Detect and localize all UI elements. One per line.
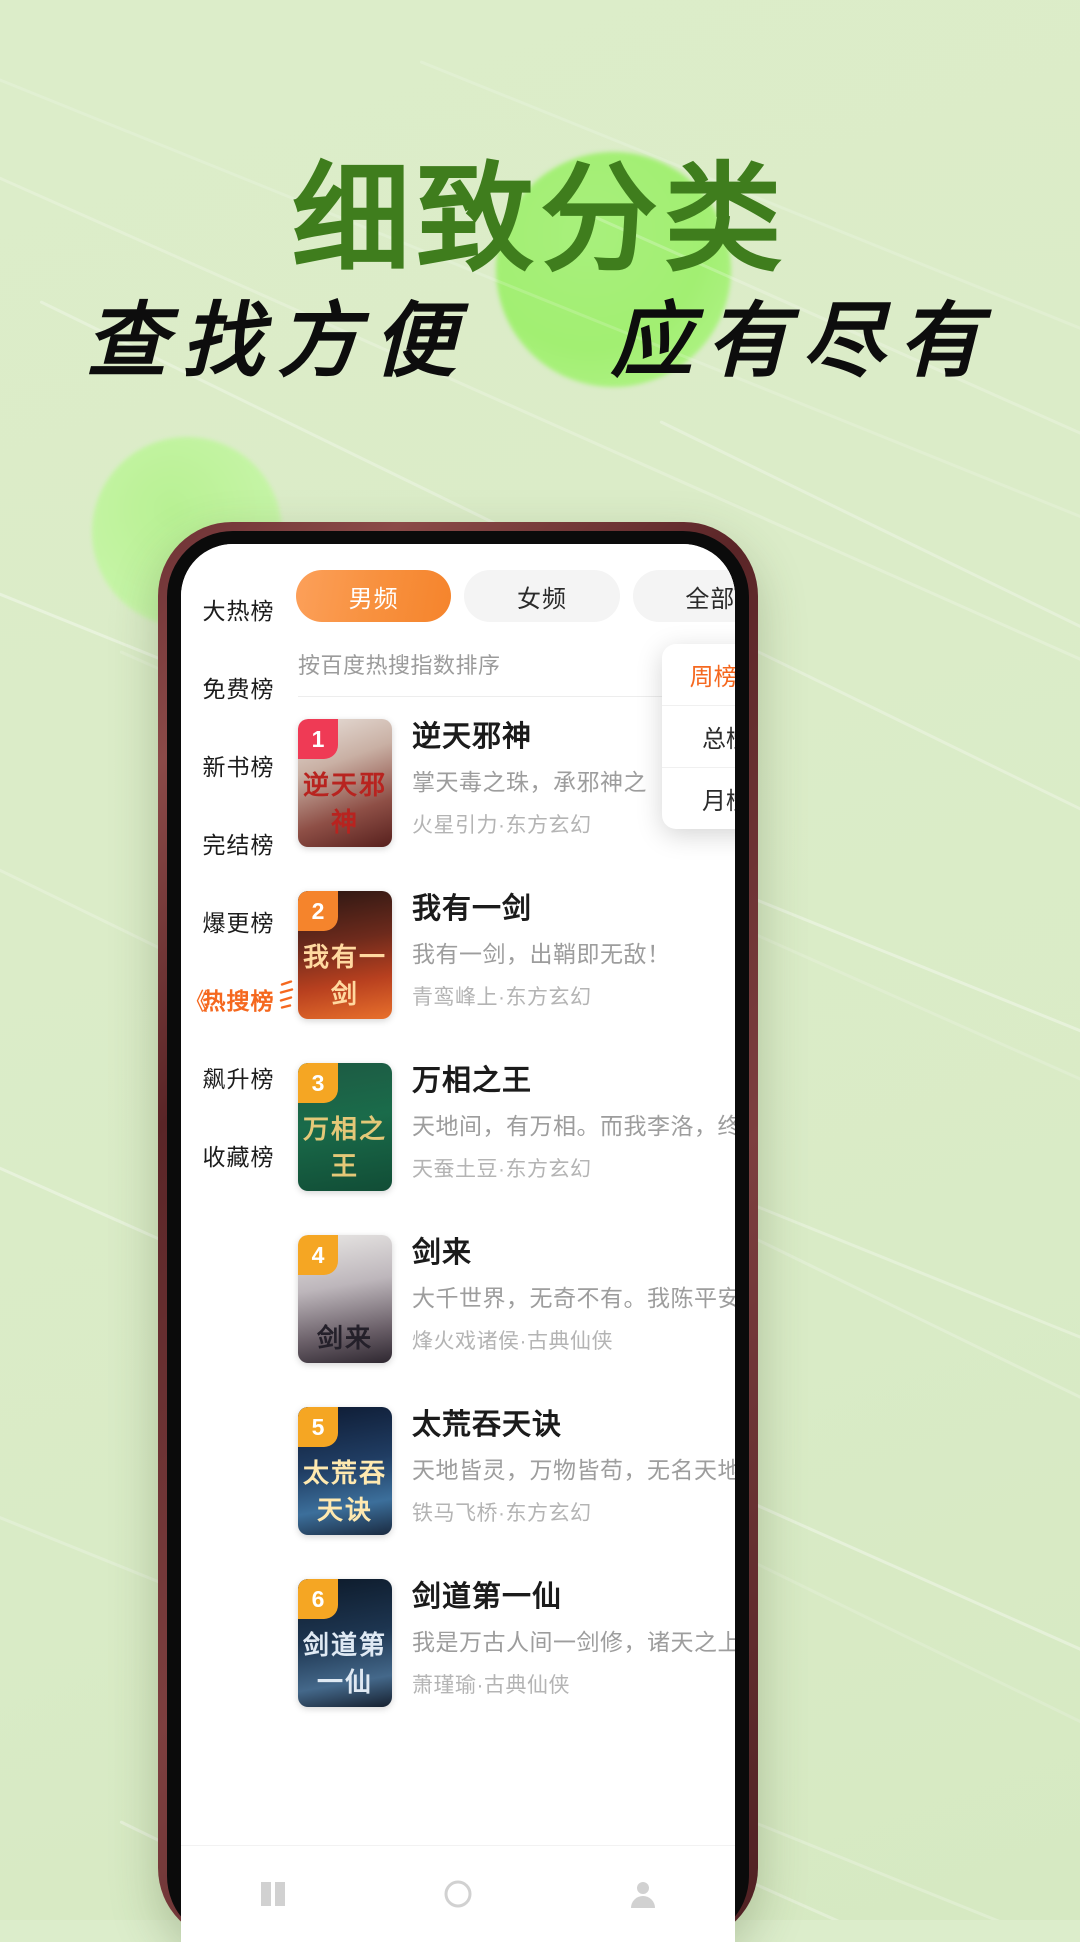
ranking-main: 男频 女频 全部 按百度热搜指数排序 周榜 — [296, 544, 735, 1942]
sidebar-item-label: 爆更榜 — [202, 910, 275, 936]
rank-badge: 6 — [298, 1579, 338, 1619]
dropdown-option-label: 总榜 — [702, 726, 735, 753]
app-root: 大热榜免费榜新书榜完结榜爆更榜《热搜榜飙升榜收藏榜 男频 女频 全部 按百度热搜指数… — [181, 544, 735, 1942]
book-description: 天地皆灵，万物皆苟，无名天地之… — [412, 1457, 735, 1484]
book-title: 我有一剑 — [412, 893, 533, 925]
cover-title-text: 我有一剑 — [302, 943, 387, 1010]
cover-title-text: 太荒吞天诀 — [302, 1459, 387, 1526]
cover-title-text: 万相之王 — [302, 1115, 387, 1182]
poster-subline: 查找方便 应有尽有 — [0, 300, 1080, 382]
book-cover[interactable]: 3 万相之王 — [298, 1063, 392, 1191]
book-author-genre: 铁马飞桥·东方玄幻 — [412, 1502, 592, 1526]
dropdown-option-1[interactable]: 总榜 — [662, 706, 735, 768]
book-author-genre: 天蚕土豆·东方玄幻 — [412, 1158, 592, 1182]
sidebar-item-1[interactable]: 免费榜 — [181, 648, 296, 726]
sidebar-item-label: 大热榜 — [202, 598, 275, 624]
book-row[interactable]: 4剑来剑来大千世界，无奇不有。我陈平安，…烽火戏诸侯·古典仙侠 — [298, 1213, 735, 1385]
sidebar-item-label: 热搜榜 — [202, 988, 275, 1014]
rank-badge: 2 — [298, 891, 338, 931]
sidebar-item-7[interactable]: 收藏榜 — [181, 1116, 296, 1194]
dropdown-option-2[interactable]: 月榜 — [662, 768, 735, 829]
book-cover[interactable]: 4 剑来 — [298, 1235, 392, 1363]
rank-badge: 1 — [298, 719, 338, 759]
sidebar-item-4[interactable]: 爆更榜 — [181, 882, 296, 960]
nav-store-icon[interactable] — [441, 1877, 475, 1911]
bottom-nav[interactable] — [181, 1845, 735, 1942]
phone-mockup: 大热榜免费榜新书榜完结榜爆更榜《热搜榜飙升榜收藏榜 男频 女频 全部 按百度热搜指数… — [158, 522, 758, 1942]
book-meta: 太荒吞天诀天地皆灵，万物皆苟，无名天地之… 铁马飞桥·东方玄幻 — [412, 1407, 735, 1527]
poster-headline: 细致分类 — [291, 150, 788, 288]
tab-label: 男频 — [348, 585, 399, 613]
sidebar-item-label: 免费榜 — [202, 676, 275, 702]
flame-marks-icon — [279, 980, 295, 1018]
tab-label: 女频 — [516, 585, 567, 613]
book-row[interactable]: 6剑道第一仙剑道第一仙我是万古人间一剑修，诸天之上第…萧瑾瑜·古典仙侠 — [298, 1557, 735, 1729]
book-cover[interactable]: 2 我有一剑 — [298, 891, 392, 1019]
sidebar-item-3[interactable]: 完结榜 — [181, 804, 296, 882]
cover-title-text: 逆天邪神 — [302, 771, 387, 838]
tab-1[interactable]: 女频 — [464, 570, 620, 622]
sidebar-item-2[interactable]: 新书榜 — [181, 726, 296, 804]
book-description: 大千世界，无奇不有。我陈平安，… — [412, 1285, 735, 1312]
tab-0[interactable]: 男频 — [296, 570, 452, 622]
book-author-genre: 青鸾峰上·东方玄幻 — [412, 986, 592, 1010]
book-row[interactable]: 2 我有一剑 我有一剑 我有一剑，出鞘即无敌！ 青鸾峰上·东方玄幻 — [298, 869, 735, 1041]
nav-bookshelf-icon[interactable] — [256, 1877, 290, 1911]
tab-2[interactable]: 全部 — [632, 570, 735, 622]
phone-screen: 大热榜免费榜新书榜完结榜爆更榜《热搜榜飙升榜收藏榜 男频 女频 全部 按百度热搜指数… — [181, 544, 735, 1942]
sidebar-item-6[interactable]: 飙升榜 — [181, 1038, 296, 1116]
subline-right: 应有尽有 — [610, 293, 995, 389]
bracket-left-icon: 《 — [184, 988, 209, 1016]
book-title: 剑来 — [412, 1237, 473, 1269]
channel-tabs[interactable]: 男频 女频 全部 — [296, 544, 735, 622]
dropdown-option-0[interactable]: 周榜✓ — [662, 644, 735, 706]
sidebar-item-label: 完结榜 — [202, 832, 275, 858]
book-description: 我有一剑，出鞘即无敌！ — [412, 941, 671, 968]
book-cover[interactable]: 6 剑道第一仙 — [298, 1579, 392, 1707]
sidebar-item-label: 飙升榜 — [202, 1066, 275, 1092]
sidebar-item-5[interactable]: 《热搜榜 — [181, 960, 296, 1038]
book-row[interactable]: 3万相之王万相之王天地间，有万相。而我李洛，终将…天蚕土豆·东方玄幻 — [298, 1041, 735, 1213]
book-author-genre: 萧瑾瑜·古典仙侠 — [412, 1674, 570, 1698]
period-dropdown-menu[interactable]: 周榜✓ 总榜月榜 — [662, 644, 735, 829]
book-title: 剑道第一仙 — [412, 1581, 563, 1613]
book-list[interactable]: 1 逆天邪神 逆天邪神 掌天毒之珠，承邪神之 火星引力·东方玄幻 2 我有一剑 我有一剑 我有一… — [296, 697, 735, 1729]
book-row[interactable]: 5太荒吞天诀太荒吞天诀天地皆灵，万物皆苟，无名天地之…铁马飞桥·东方玄幻 — [298, 1385, 735, 1557]
book-description: 我是万古人间一剑修，诸天之上第… — [412, 1629, 735, 1656]
dropdown-option-label: 周榜 — [689, 664, 735, 691]
rank-badge: 5 — [298, 1407, 338, 1447]
rank-badge: 4 — [298, 1235, 338, 1275]
book-meta: 我有一剑我有一剑，出鞘即无敌！ 青鸾峰上·东方玄幻 — [412, 891, 735, 1011]
nav-profile-icon[interactable] — [626, 1877, 660, 1911]
sort-label: 按百度热搜指数排序 — [298, 653, 501, 678]
book-meta: 剑来大千世界，无奇不有。我陈平安，… 烽火戏诸侯·古典仙侠 — [412, 1235, 735, 1355]
book-title: 万相之王 — [412, 1065, 533, 1097]
sidebar-item-0[interactable]: 大热榜 — [181, 570, 296, 648]
ranking-sidebar[interactable]: 大热榜免费榜新书榜完结榜爆更榜《热搜榜飙升榜收藏榜 — [181, 544, 296, 1942]
cover-title-text: 剑来 — [316, 1324, 373, 1354]
book-cover[interactable]: 5 太荒吞天诀 — [298, 1407, 392, 1535]
tab-label: 全部 — [685, 585, 735, 613]
book-cover[interactable]: 1 逆天邪神 — [298, 719, 392, 847]
subline-left: 查找方便 — [85, 293, 470, 389]
sidebar-item-label: 收藏榜 — [202, 1144, 275, 1170]
book-title: 太荒吞天诀 — [412, 1409, 563, 1441]
book-meta: 万相之王天地间，有万相。而我李洛，终将… 天蚕土豆·东方玄幻 — [412, 1063, 735, 1183]
sidebar-item-label: 新书榜 — [202, 754, 275, 780]
book-description: 天地间，有万相。而我李洛，终将… — [412, 1113, 735, 1140]
cover-title-text: 剑道第一仙 — [302, 1631, 387, 1698]
book-meta: 剑道第一仙我是万古人间一剑修，诸天之上第… 萧瑾瑜·古典仙侠 — [412, 1579, 735, 1699]
rank-badge: 3 — [298, 1063, 338, 1103]
book-author-genre: 烽火戏诸侯·古典仙侠 — [412, 1330, 613, 1354]
dropdown-option-label: 月榜 — [702, 788, 735, 815]
